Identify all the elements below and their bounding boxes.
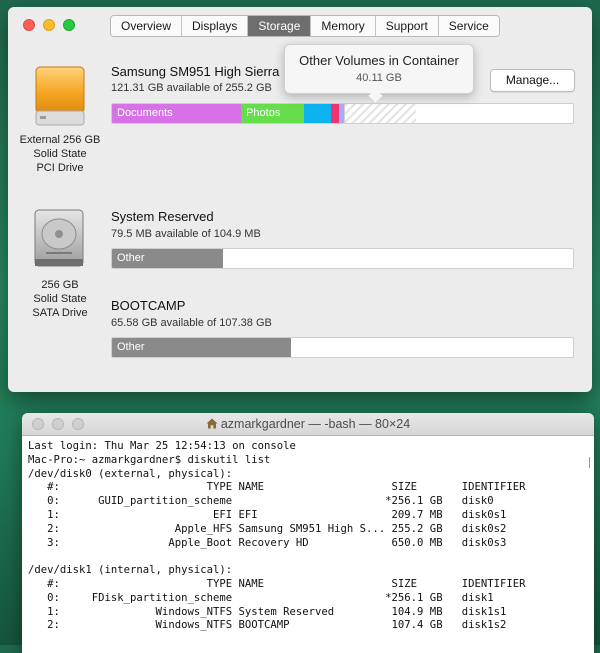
home-icon: [206, 418, 218, 429]
volume-available: 121.31 GB available of 255.2 GB: [111, 82, 272, 94]
terminal-output[interactable]: Last login: Thu Mar 25 12:54:13 on conso…: [22, 436, 594, 633]
tab-bar: Overview Displays Storage Memory Support…: [110, 15, 500, 37]
volume-name: BOOTCAMP: [111, 298, 186, 313]
close-button[interactable]: [23, 19, 35, 31]
tooltip-title: Other Volumes in Container: [299, 53, 459, 68]
storage-bar[interactable]: Other: [111, 337, 574, 358]
storage-segment-documents[interactable]: Documents: [112, 104, 242, 123]
volume-name: Samsung SM951 High Sierra: [111, 64, 280, 79]
tab-overview[interactable]: Overview: [111, 16, 183, 36]
terminal-titlebar: azmarkgardner — -bash — 80×24: [22, 413, 594, 436]
terminal-line: 1: EFI EFI 209.7 MB disk0s1: [28, 508, 507, 521]
drive-1-label-line: External 256 GB: [19, 134, 101, 146]
terminal-line: Mac-Pro:~ azmarkgardner$ diskutil list: [28, 453, 271, 466]
terminal-window: azmarkgardner — -bash — 80×24 Last login…: [22, 413, 594, 653]
window-controls: [23, 19, 75, 31]
terminal-line: #: TYPE NAME SIZE IDENTIFIER: [28, 577, 526, 590]
volume-available: 65.58 GB available of 107.38 GB: [111, 317, 272, 329]
volume-available: 79.5 MB available of 104.9 MB: [111, 228, 261, 240]
storage-segment-other[interactable]: Other: [112, 338, 291, 357]
other-volumes-tooltip: Other Volumes in Container 40.11 GB: [284, 44, 474, 105]
drive-2-label-line: 256 GB: [41, 279, 79, 291]
tooltip-arrow: [367, 88, 384, 105]
terminal-title-text: azmarkgardner — -bash — 80×24: [220, 417, 411, 431]
storage-segment[interactable]: [304, 104, 331, 123]
terminal-line: 1: Windows_NTFS System Reserved 104.9 MB…: [28, 605, 507, 618]
storage-segment-other[interactable]: Other: [112, 249, 223, 268]
terminal-line: 2: Windows_NTFS BOOTCAMP 107.4 GB disk1s…: [28, 619, 507, 632]
external-drive-icon: [35, 66, 85, 126]
zoom-button[interactable]: [63, 19, 75, 31]
minimize-button[interactable]: [43, 19, 55, 31]
drive-1-label-line: PCI Drive: [36, 162, 84, 174]
terminal-line: 2: Apple_HFS Samsung SM951 High S... 255…: [28, 522, 507, 535]
tab-memory[interactable]: Memory: [311, 16, 376, 36]
internal-drive-icon: [34, 209, 84, 267]
terminal-line: /dev/disk1 (internal, physical):: [28, 564, 233, 577]
storage-bar[interactable]: Documents Photos: [111, 103, 574, 124]
drive-2-label: 256 GB Solid State SATA Drive: [12, 278, 108, 320]
terminal-title: azmarkgardner — -bash — 80×24: [22, 417, 594, 431]
manage-button[interactable]: Manage...: [490, 69, 575, 92]
tooltip-size: 40.11 GB: [356, 72, 402, 84]
terminal-line: 3: Apple_Boot Recovery HD 650.0 MB disk0…: [28, 536, 507, 549]
drive-2-label-line: Solid State: [33, 293, 87, 305]
terminal-line: Last login: Thu Mar 25 12:54:13 on conso…: [28, 440, 296, 452]
drive-1-label-line: Solid State: [33, 148, 87, 160]
volume-name: System Reserved: [111, 209, 214, 224]
tab-support[interactable]: Support: [375, 16, 439, 36]
drive-1-label: External 256 GB Solid State PCI Drive: [12, 133, 108, 175]
terminal-line: /dev/disk0 (external, physical):: [28, 467, 233, 480]
storage-segment[interactable]: [343, 104, 417, 123]
terminal-line: 0: FDisk_partition_scheme *256.1 GB disk…: [28, 591, 494, 604]
terminal-cursor: [589, 457, 590, 468]
tab-storage[interactable]: Storage: [248, 16, 312, 36]
storage-segment[interactable]: [330, 104, 339, 123]
about-this-mac-window: Overview Displays Storage Memory Support…: [8, 7, 592, 392]
tab-displays[interactable]: Displays: [182, 16, 249, 36]
storage-segment-photos[interactable]: Photos: [241, 104, 305, 123]
drive-2-label-line: SATA Drive: [32, 307, 88, 319]
storage-bar[interactable]: Other: [111, 248, 574, 269]
tab-service[interactable]: Service: [438, 16, 499, 36]
terminal-line: 0: GUID_partition_scheme *256.1 GB disk0: [28, 495, 494, 508]
terminal-line: #: TYPE NAME SIZE IDENTIFIER: [28, 481, 526, 494]
